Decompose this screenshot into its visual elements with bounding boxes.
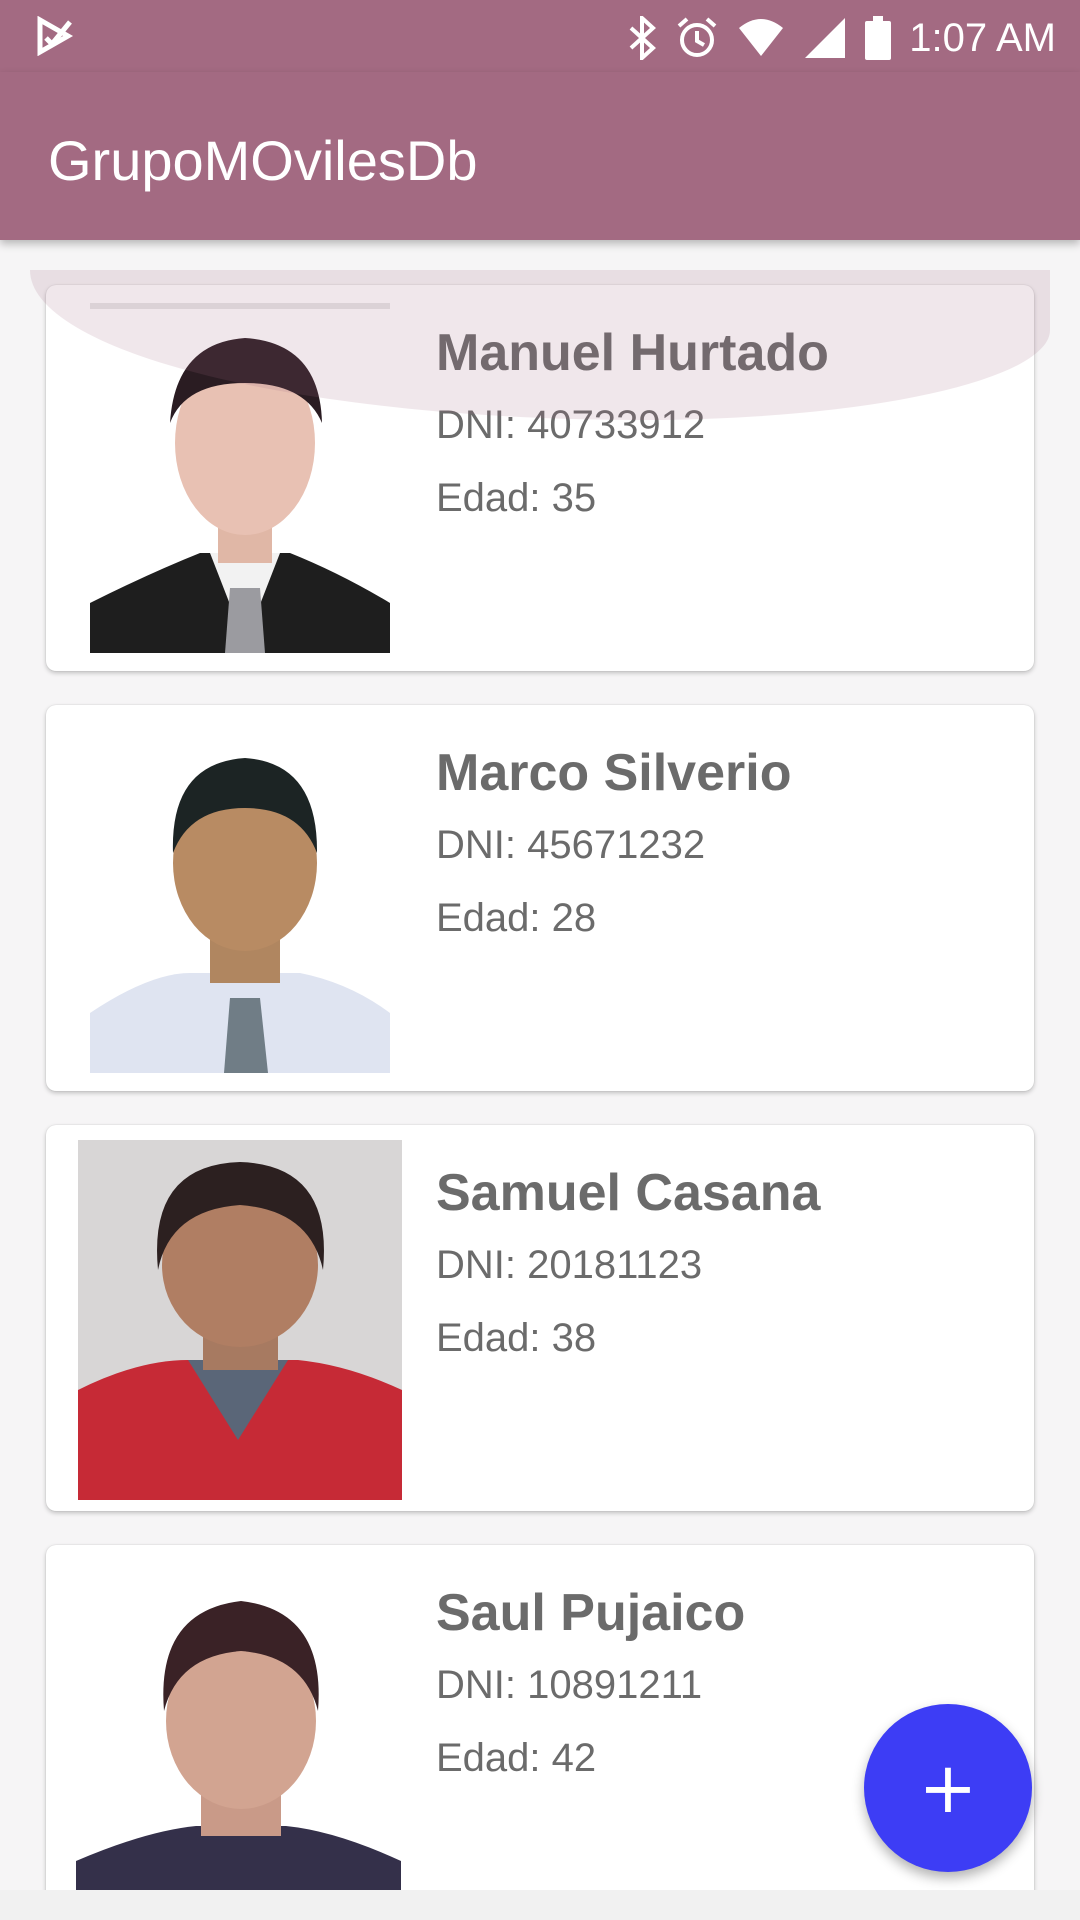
person-name: Samuel Casana xyxy=(436,1164,821,1222)
person-age: Edad: 35 xyxy=(436,476,597,520)
status-bar: 1:07 AM xyxy=(0,0,1080,72)
person-age: Edad: 38 xyxy=(436,1316,597,1360)
bluetooth-icon xyxy=(627,16,657,60)
add-icon: + xyxy=(918,1747,978,1829)
person-info: Manuel Hurtado DNI: 40733912 Edad: 35 xyxy=(436,323,829,549)
person-age: Edad: 28 xyxy=(436,896,597,940)
person-name: Manuel Hurtado xyxy=(436,324,829,382)
person-card[interactable]: Samuel Casana DNI: 20181123 Edad: 38 xyxy=(46,1125,1034,1511)
person-dni: DNI: 20181123 xyxy=(436,1243,703,1287)
bottom-edge xyxy=(0,1890,1080,1920)
add-button[interactable]: + xyxy=(864,1704,1032,1872)
person-photo xyxy=(90,723,400,1073)
battery-icon xyxy=(865,16,892,60)
person-card[interactable]: Marco Silverio DNI: 45671232 Edad: 28 xyxy=(46,705,1034,1091)
signal-icon xyxy=(803,16,847,60)
app-title: GrupoMOvilesDb xyxy=(48,129,478,192)
person-dni: DNI: 45671232 xyxy=(436,823,706,867)
check-app-icon xyxy=(36,16,76,56)
person-card[interactable]: Manuel Hurtado DNI: 40733912 Edad: 35 xyxy=(46,285,1034,671)
person-photo xyxy=(78,1140,402,1500)
person-photo xyxy=(90,303,400,653)
people-list[interactable]: Manuel Hurtado DNI: 40733912 Edad: 35 Ma… xyxy=(0,240,1080,1892)
wifi-icon xyxy=(737,18,785,58)
person-info: Saul Pujaico DNI: 10891211 Edad: 42 xyxy=(436,1583,745,1809)
person-name: Saul Pujaico xyxy=(436,1584,746,1642)
app-bar: GrupoMOvilesDb xyxy=(0,72,1080,240)
alarm-icon xyxy=(675,16,719,60)
person-info: Marco Silverio DNI: 45671232 Edad: 28 xyxy=(436,743,791,969)
person-photo xyxy=(76,1561,401,1892)
person-info: Samuel Casana DNI: 20181123 Edad: 38 xyxy=(436,1163,820,1389)
person-age: Edad: 42 xyxy=(436,1736,597,1780)
person-name: Marco Silverio xyxy=(436,744,792,802)
person-dni: DNI: 10891211 xyxy=(436,1663,703,1707)
person-dni: DNI: 40733912 xyxy=(436,403,706,447)
status-time: 1:07 AM xyxy=(909,16,1056,60)
